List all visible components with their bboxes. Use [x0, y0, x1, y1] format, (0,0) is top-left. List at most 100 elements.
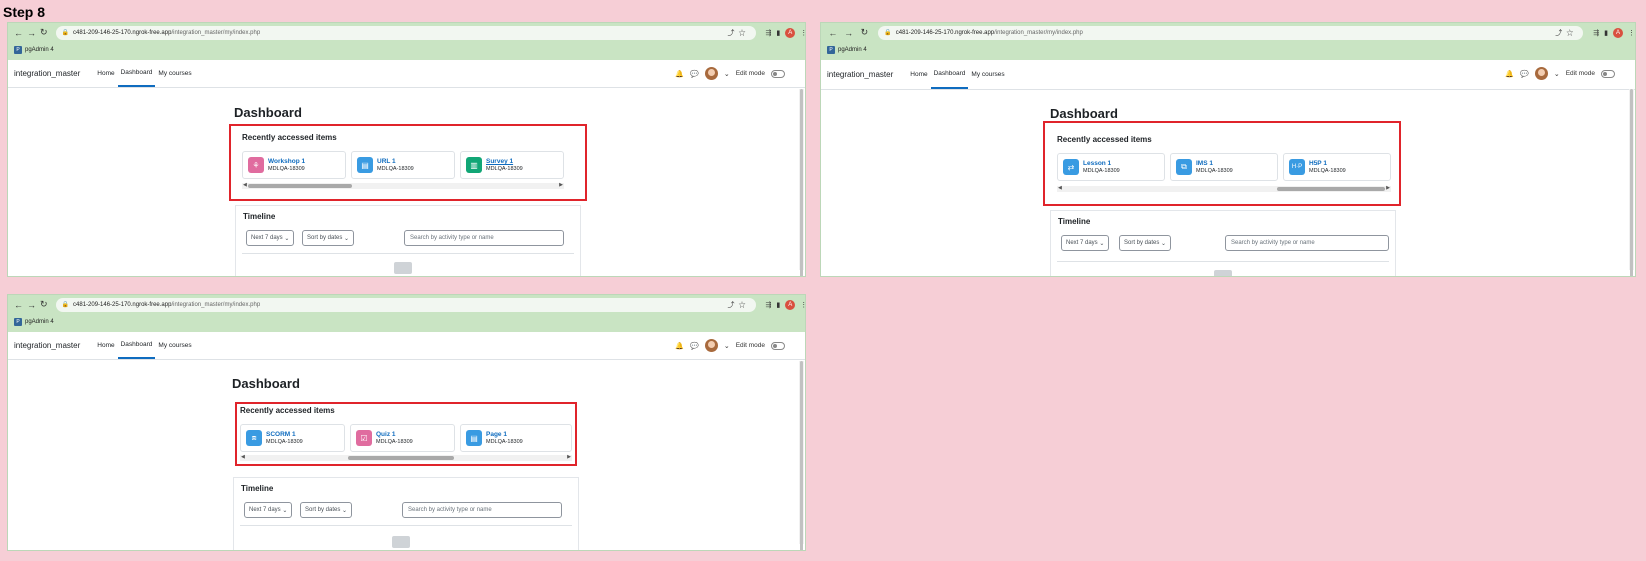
menu-home[interactable]: Home [94, 332, 117, 359]
forward-icon[interactable]: → [27, 28, 36, 38]
carousel-scrollbar[interactable]: ◀ ▶ [1057, 185, 1391, 192]
share-star-icons[interactable]: ⤴☆ [728, 28, 750, 38]
share-star-icons[interactable]: ⤴☆ [728, 300, 750, 310]
days-filter-dropdown[interactable]: Next 7 days ⌄ [244, 502, 293, 518]
scroll-left-icon[interactable]: ◀ [1058, 185, 1062, 191]
recent-title: Recently accessed items [1057, 135, 1152, 144]
scroll-right-icon[interactable]: ▶ [1386, 185, 1390, 191]
timeline-search-input[interactable]: Search by activity type or name [1225, 235, 1389, 251]
menu-home[interactable]: Home [94, 60, 117, 87]
menu-kebab-icon[interactable]: ⋮ [800, 29, 805, 37]
recent-item[interactable]: ⧈ SCORM 1 MDLQA-18309 [240, 424, 345, 452]
recent-item[interactable]: ⚘ Workshop 1 MDLQA-18309 [242, 151, 346, 179]
item-name[interactable]: URL 1 [377, 158, 414, 165]
moodle-navbar: integration_master Home Dashboard My cou… [821, 60, 1635, 90]
site-brand[interactable]: integration_master [827, 70, 893, 79]
item-course: MDLQA-18309 [268, 166, 305, 172]
timeline-search-input[interactable]: Search by activity type or name [404, 230, 564, 246]
back-icon[interactable]: ← [14, 300, 23, 310]
user-avatar[interactable] [1534, 67, 1548, 80]
chat-icon[interactable]: 💬 [690, 70, 699, 78]
sort-dropdown[interactable]: Sort by dates ⌄ [300, 502, 353, 518]
user-avatar[interactable] [704, 67, 718, 80]
recent-item[interactable]: ▥ Survey 1 MDLQA-18309 [460, 151, 564, 179]
scroll-right-icon[interactable]: ▶ [567, 454, 571, 460]
recent-item[interactable]: ▤ URL 1 MDLQA-18309 [351, 151, 455, 179]
profile-avatar[interactable]: A [785, 299, 796, 310]
sort-dropdown[interactable]: Sort by dates ⌄ [1119, 235, 1172, 251]
chat-icon[interactable]: 💬 [690, 342, 699, 350]
item-name[interactable]: H5P 1 [1309, 160, 1346, 167]
page-scrollbar[interactable] [799, 361, 804, 550]
carousel-scrollbar[interactable]: ◀ ▶ [242, 182, 564, 189]
item-name[interactable]: IMS 1 [1196, 160, 1233, 167]
item-name[interactable]: SCORM 1 [266, 431, 303, 438]
address-bar[interactable]: 🔒 c481-209-146-25-170.ngrok-free.app/int… [55, 297, 756, 312]
address-bar[interactable]: 🔒 c481-209-146-25-170.ngrok-free.app/int… [55, 25, 756, 40]
recent-item[interactable]: ⇄ Lesson 1 MDLQA-18309 [1057, 153, 1165, 181]
bookmark-pgadmin[interactable]: pgAdmin 4 [25, 47, 54, 53]
days-filter-dropdown[interactable]: Next 7 days ⌄ [1061, 235, 1110, 251]
browser-chrome: ← → ↻ 🔒 c481-209-146-25-170.ngrok-free.a… [8, 23, 805, 60]
bookmark-pgadmin[interactable]: pgAdmin 4 [25, 319, 54, 325]
item-name[interactable]: Workshop 1 [268, 158, 305, 165]
item-name[interactable]: Page 1 [486, 431, 523, 438]
site-brand[interactable]: integration_master [14, 341, 80, 350]
edit-mode-toggle[interactable] [771, 341, 785, 350]
edit-mode-toggle[interactable] [771, 69, 785, 78]
site-brand[interactable]: integration_master [14, 69, 80, 78]
profile-avatar[interactable]: A [785, 27, 796, 38]
menu-kebab-icon[interactable]: ⋮ [800, 301, 805, 309]
menu-my-courses[interactable]: My courses [968, 60, 1007, 89]
menu-dashboard[interactable]: Dashboard [117, 332, 156, 359]
extension-icon[interactable]: ⇶ [766, 29, 772, 37]
reload-icon[interactable]: ↻ [40, 299, 48, 310]
share-star-icons[interactable]: ⤴☆ [1555, 28, 1577, 38]
forward-icon[interactable]: → [27, 300, 36, 310]
profile-avatar[interactable]: A [1612, 27, 1623, 38]
bell-icon[interactable]: 🔔 [675, 70, 684, 78]
address-bar[interactable]: 🔒 c481-209-146-25-170.ngrok-free.app/int… [878, 25, 1584, 40]
menu-dashboard[interactable]: Dashboard [117, 60, 156, 87]
timeline-search-input[interactable]: Search by activity type or name [402, 502, 562, 518]
days-filter-dropdown[interactable]: Next 7 days ⌄ [246, 230, 295, 246]
recent-item[interactable]: ☑ Quiz 1 MDLQA-18309 [350, 424, 455, 452]
bell-icon[interactable]: 🔔 [675, 342, 684, 350]
sidepanel-icon[interactable]: ▮ [776, 301, 780, 309]
recent-item[interactable]: ▤ Page 1 MDLQA-18309 [460, 424, 572, 452]
scroll-left-icon[interactable]: ◀ [241, 454, 245, 460]
back-icon[interactable]: ← [14, 28, 23, 38]
chevron-down-icon[interactable]: ⌄ [1554, 70, 1560, 78]
scroll-left-icon[interactable]: ◀ [243, 182, 247, 188]
scroll-right-icon[interactable]: ▶ [559, 182, 563, 188]
forward-icon[interactable]: → [843, 28, 855, 38]
user-avatar[interactable] [704, 339, 718, 352]
menu-dashboard[interactable]: Dashboard [930, 60, 969, 89]
page-scrollbar[interactable] [1629, 89, 1634, 276]
chevron-down-icon[interactable]: ⌄ [724, 70, 730, 78]
item-name[interactable]: Quiz 1 [376, 431, 413, 438]
carousel-scrollbar[interactable]: ◀ ▶ [240, 454, 572, 461]
sidepanel-icon[interactable]: ▮ [776, 29, 780, 37]
edit-mode-toggle[interactable] [1601, 69, 1615, 78]
bell-icon[interactable]: 🔔 [1505, 70, 1514, 78]
back-icon[interactable]: ← [827, 28, 839, 38]
menu-my-courses[interactable]: My courses [155, 60, 194, 87]
bookmark-pgadmin[interactable]: pgAdmin 4 [838, 47, 867, 53]
extension-icon[interactable]: ⇶ [766, 301, 772, 309]
reload-icon[interactable]: ↻ [859, 27, 871, 38]
page-scrollbar[interactable] [799, 89, 804, 276]
chevron-down-icon[interactable]: ⌄ [724, 342, 730, 350]
sort-dropdown[interactable]: Sort by dates ⌄ [302, 230, 355, 246]
sidepanel-icon[interactable]: ▮ [1604, 29, 1608, 37]
chat-icon[interactable]: 💬 [1520, 70, 1529, 78]
item-name[interactable]: Lesson 1 [1083, 160, 1120, 167]
menu-home[interactable]: Home [907, 60, 930, 89]
extension-icon[interactable]: ⇶ [1593, 29, 1599, 37]
item-name[interactable]: Survey 1 [486, 158, 523, 165]
reload-icon[interactable]: ↻ [40, 27, 48, 38]
recent-item[interactable]: H·P H5P 1 MDLQA-18309 [1283, 153, 1391, 181]
menu-kebab-icon[interactable]: ⋮ [1628, 29, 1635, 37]
menu-my-courses[interactable]: My courses [155, 332, 194, 359]
recent-item[interactable]: ⧉ IMS 1 MDLQA-18309 [1170, 153, 1278, 181]
